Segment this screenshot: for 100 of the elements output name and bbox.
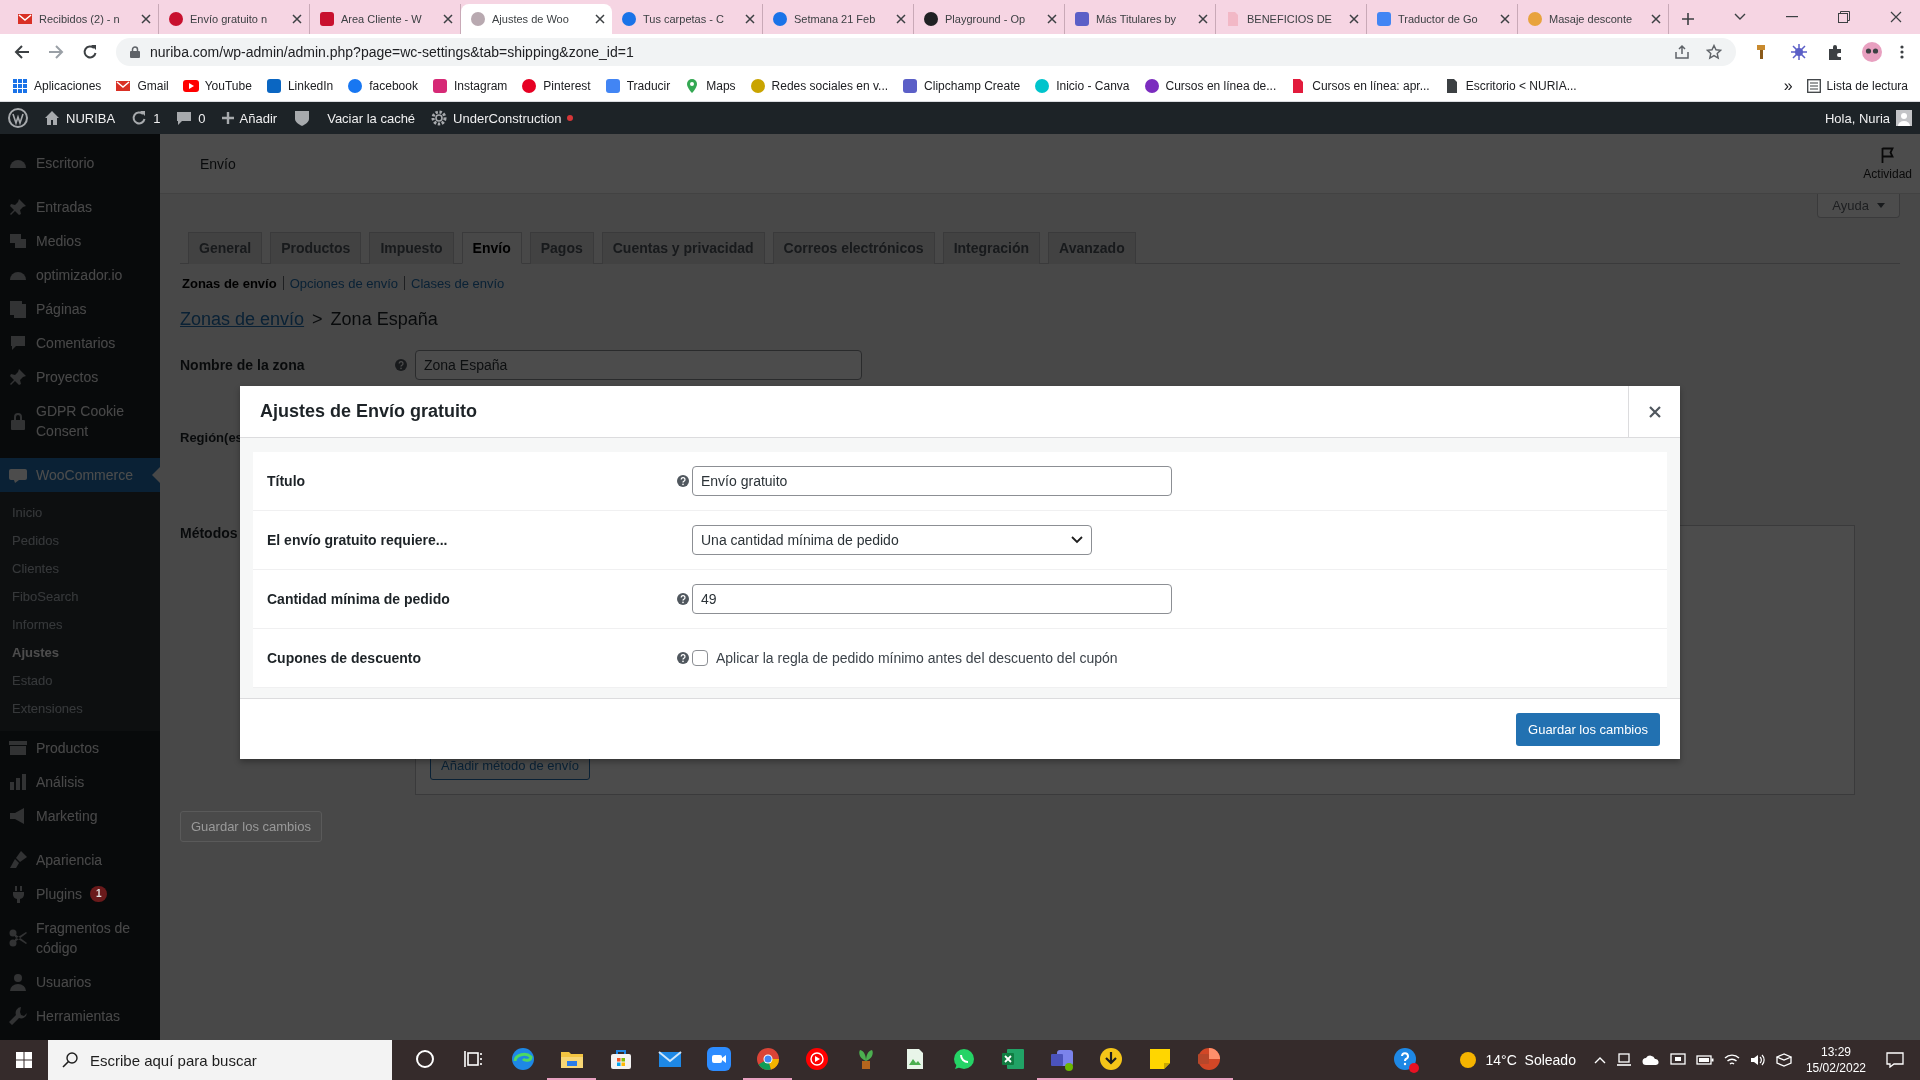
dropdown[interactable]: Una cantidad mínima de pedido [692, 525, 1092, 555]
add-new-link[interactable]: Añadir [221, 110, 278, 126]
browser-tab[interactable]: Setmana 21 Feb [763, 4, 914, 34]
browser-tab[interactable]: Area Cliente - W [310, 4, 461, 34]
clear-cache-link[interactable]: Vaciar la caché [327, 110, 416, 126]
lock-icon [130, 46, 140, 58]
bookmark[interactable]: Maps [684, 77, 736, 94]
bookmark[interactable]: Cursos en línea de... [1143, 77, 1277, 94]
share-icon[interactable] [1674, 44, 1690, 60]
bookmark[interactable]: Instagram [431, 77, 508, 94]
home-icon [44, 110, 60, 126]
page-title: Envío [200, 155, 236, 172]
chevron-down-icon[interactable] [1734, 13, 1746, 21]
close-icon[interactable] [1890, 11, 1902, 23]
bookmark[interactable]: Gmail [115, 77, 169, 94]
site-name-link[interactable]: NURIBA [44, 110, 116, 126]
browser-tab[interactable]: Traductor de Go [1367, 4, 1518, 34]
breadcrumb-separator: > [312, 309, 323, 330]
close-icon[interactable] [1349, 14, 1359, 24]
field-label: Métodos [180, 525, 238, 541]
puzzle-icon[interactable] [1826, 43, 1844, 61]
slides-icon [1196, 1047, 1221, 1071]
close-icon[interactable] [896, 14, 906, 24]
browser-tab[interactable]: Más Titulares by [1065, 4, 1216, 34]
wifi-icon[interactable] [1723, 1053, 1740, 1067]
refresh-icon [131, 110, 148, 126]
help-icon[interactable] [1393, 1047, 1420, 1073]
weather-button[interactable]: 14°C Soleado [1459, 1051, 1576, 1069]
speaker-icon[interactable] [1749, 1053, 1766, 1067]
browser-tab[interactable]: BENEFICIOS DE [1216, 4, 1367, 34]
restore-icon[interactable] [1838, 11, 1850, 23]
close-icon[interactable] [292, 14, 302, 24]
bookmark[interactable]: Traducir [604, 77, 671, 94]
close-icon[interactable] [745, 14, 755, 24]
avatar-icon[interactable] [1862, 42, 1882, 62]
bookmark[interactable]: Cursos en línea: apr... [1290, 77, 1430, 94]
sparkle-icon[interactable] [1790, 43, 1808, 61]
tricolor-disc-icon [755, 1047, 780, 1071]
close-icon[interactable] [1047, 14, 1057, 24]
bookmark[interactable]: Inicio - Canva [1034, 77, 1130, 94]
help-icon[interactable] [677, 593, 689, 605]
search-icon [62, 1052, 78, 1068]
bookmark[interactable]: Pinterest [521, 77, 591, 94]
cloud-icon[interactable] [1641, 1054, 1660, 1066]
help-icon[interactable] [677, 652, 689, 664]
modal-title: Ajustes de Envío gratuito [259, 401, 479, 422]
monitor-icon[interactable] [1669, 1052, 1686, 1068]
help-icon[interactable] [677, 475, 689, 487]
browser-tab[interactable]: Masaje desconte [1518, 4, 1669, 34]
open-box-icon[interactable] [1775, 1053, 1792, 1067]
browser-tab[interactable]: Tus carpetas - C [612, 4, 763, 34]
forward-icon[interactable] [48, 44, 64, 60]
chevron-up-icon[interactable] [1593, 1056, 1606, 1064]
more-bookmarks-button[interactable]: » [1783, 76, 1793, 95]
browser-tab[interactable]: Playground - Op [914, 4, 1065, 34]
updates-link[interactable]: 1 [131, 110, 161, 126]
bookmark[interactable]: facebook [347, 77, 418, 94]
close-icon[interactable] [1198, 14, 1208, 24]
menu-icon[interactable] [1900, 44, 1904, 60]
under-construction-link[interactable]: UnderConstruction [431, 110, 574, 126]
plus-icon[interactable] [1681, 12, 1695, 26]
browser-tab[interactable]: Ajustes de Woo [461, 4, 612, 34]
gear-icon [431, 110, 448, 126]
bookmark[interactable]: LinkedIn [265, 77, 334, 94]
checkbox[interactable] [692, 650, 708, 666]
bookmark[interactable]: Aplicaciones [12, 77, 102, 94]
reading-list-button[interactable]: Lista de lectura [1806, 78, 1908, 93]
text-field[interactable]: Envío gratuito [692, 466, 1172, 496]
comments-link[interactable]: 0 [176, 110, 206, 126]
save-button[interactable]: Guardar los cambios [1516, 712, 1660, 746]
checkbox-label: Aplicar la regla de pedido mínimo antes del descuento del cupón [716, 650, 1118, 666]
shield-icon[interactable] [293, 109, 312, 127]
star-icon[interactable] [1706, 44, 1722, 60]
search-field[interactable]: Escribe aquí para buscar [48, 1040, 392, 1080]
browser-tab[interactable]: Envío gratuito n [159, 4, 310, 34]
circle-logo-icon[interactable] [8, 108, 28, 128]
close-icon[interactable] [443, 14, 453, 24]
bookmark[interactable]: YouTube [182, 77, 252, 94]
close-icon[interactable] [1500, 14, 1510, 24]
close-icon[interactable] [1651, 14, 1661, 24]
account-link[interactable]: Hola, Nuria [1824, 110, 1912, 126]
address-bar[interactable]: nuriba.com/wp-admin/admin.php?page=wc-settings&tab=shipping&zone_id=1 [116, 38, 1736, 66]
text-field[interactable]: 49 [692, 584, 1172, 614]
laptop-icon[interactable] [1615, 1052, 1632, 1068]
back-icon[interactable] [14, 44, 30, 60]
close-icon[interactable] [141, 14, 151, 24]
list-icon [1806, 78, 1821, 93]
bookmark[interactable]: Redes sociales en v... [749, 77, 889, 94]
url-text: nuriba.com/wp-admin/admin.php?page=wc-settings&tab=shipping&zone_id=1 [150, 44, 635, 60]
clock[interactable]: 13:29 15/02/2022 [1805, 1044, 1866, 1076]
battery-icon[interactable] [1695, 1054, 1714, 1066]
breadcrumb-current: Zona España [330, 309, 438, 330]
minimize-icon[interactable] [1786, 16, 1798, 18]
browser-tab[interactable]: Recibidos (2) - n [8, 4, 159, 34]
comment-icon [176, 110, 193, 126]
close-icon[interactable] [595, 14, 605, 24]
bookmark[interactable]: Escritorio < NURIA... [1443, 77, 1577, 94]
bookmark[interactable]: Clipchamp Create [902, 77, 1021, 94]
reload-icon[interactable] [82, 44, 98, 60]
notification-icon[interactable] [1886, 1052, 1904, 1068]
